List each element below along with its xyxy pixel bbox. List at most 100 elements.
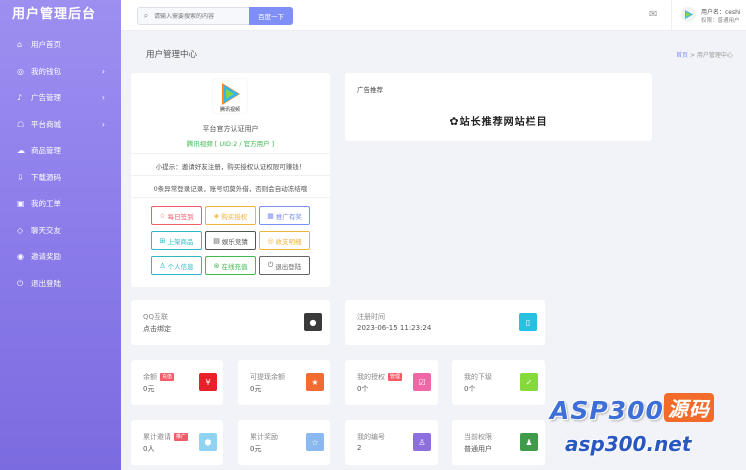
- search-input[interactable]: [154, 12, 249, 20]
- sidebar-item-label: 我的工单: [31, 199, 61, 208]
- watermark-logo: ASP300 源码: [550, 393, 714, 425]
- ad-banner[interactable]: ✿站长推荐网站栏目: [345, 113, 652, 128]
- stat-label: 余额 充值: [143, 372, 175, 382]
- page-title: 用户管理中心: [146, 50, 198, 60]
- button-label: 推广有奖: [275, 212, 302, 221]
- chevron-right-icon: ›: [101, 93, 105, 102]
- sidebar-item-download[interactable]: ⇩ 下载源码: [0, 165, 121, 192]
- calendar-icon: ▦: [267, 211, 274, 220]
- logout-button[interactable]: ⏻ 退出登陆: [259, 256, 310, 275]
- stat-value[interactable]: 点击绑定: [143, 324, 171, 334]
- sidebar-item-chat[interactable]: ◇ 聊天交友: [0, 218, 121, 245]
- shield-icon: ◈: [213, 211, 220, 220]
- button-label: 在线充值: [221, 262, 248, 271]
- button-label: 收支明细: [275, 237, 302, 246]
- promote-tag[interactable]: 推广: [174, 433, 189, 441]
- list-product-button[interactable]: ⊞ 上架商品: [151, 231, 202, 250]
- star-icon: ★: [306, 373, 324, 391]
- sidebar-item-label: 我的钱包: [31, 66, 61, 76]
- user-name[interactable]: 用户名：ceshi: [701, 7, 741, 16]
- sidebar-item-wallet[interactable]: ◎ 我的钱包 ›: [0, 59, 121, 86]
- stat-value: 0个: [357, 385, 369, 393]
- watermark-text: ASP300: [550, 396, 664, 425]
- stat-label: 累计奖励: [250, 433, 278, 441]
- profile-info-button[interactable]: ♙ 个人信息: [151, 256, 202, 275]
- coin-icon: ◎: [267, 236, 274, 245]
- sidebar-item-mall[interactable]: ☖ 平台商城 ›: [0, 112, 121, 139]
- sidebar-item-label: 聊天交友: [31, 225, 61, 235]
- qq-icon: ●: [304, 313, 322, 331]
- chevron-right-icon: ›: [101, 66, 105, 76]
- stat-label: 我的授权 管理: [357, 372, 403, 382]
- wallet-icon: ◎: [17, 66, 24, 76]
- power-icon: ⏻: [17, 278, 24, 288]
- sidebar-item-label: 下载源码: [31, 172, 61, 182]
- user-icon: ♙: [413, 433, 431, 451]
- download-icon: ⇩: [17, 172, 24, 182]
- person-icon: ♟: [520, 433, 538, 451]
- sidebar: 用户管理后台 ⌂ 用户首页 ◎ 我的钱包 › ♪ 广告管理 › ☖ 平台商城 › ☁ 商品管理 …: [0, 0, 121, 470]
- stat-card-rewards: 累计奖励 0元 ☆: [238, 420, 330, 465]
- stat-label-text: 我的授权: [357, 373, 385, 381]
- stat-card-subordinates: 我的下级 0个 ✓: [452, 360, 545, 405]
- daily-checkin-button[interactable]: ☆ 每日签到: [151, 206, 202, 225]
- search-box: ⌕ 百度一下: [137, 7, 293, 25]
- brand-title: 用户管理后台: [12, 7, 97, 22]
- cloud-icon: ☁: [17, 146, 25, 155]
- button-label: 娱乐竞猜: [221, 237, 248, 246]
- recharge-icon: ⊛: [213, 261, 220, 270]
- divider: [131, 175, 330, 176]
- sidebar-item-label: 用户首页: [31, 40, 61, 49]
- topbar-divider: [671, 0, 672, 31]
- sidebar-item-invite[interactable]: ◉ 邀请奖励: [0, 244, 121, 271]
- cart-icon: ⊞: [159, 236, 166, 245]
- sidebar-item-logout[interactable]: ⏻ 退出登陆: [0, 271, 121, 298]
- button-label: 退出登陆: [275, 262, 302, 271]
- sidebar-item-goods[interactable]: ☁ 商品管理: [0, 138, 121, 165]
- stat-label: 注册时间: [357, 313, 385, 321]
- login-notice: 0条异常登录记录，账号切莫外借，否则会自动冻结哦: [153, 185, 308, 193]
- divider: [131, 153, 330, 154]
- sidebar-item-ads[interactable]: ♪ 广告管理 ›: [0, 85, 121, 112]
- stat-card-licenses: 我的授权 管理 0个 ☑: [345, 360, 438, 405]
- flower-icon: ✿: [449, 115, 460, 128]
- transactions-button[interactable]: ◎ 收支明细: [259, 231, 310, 250]
- recharge-tag[interactable]: 充值: [160, 373, 175, 381]
- sidebar-item-label: 平台商城: [31, 119, 61, 129]
- stat-card-permission: 当前权限 普通用户 ♟: [452, 420, 545, 465]
- stat-value: 普通用户: [464, 445, 492, 453]
- stat-value: 0人: [143, 445, 155, 453]
- search-icon: ⌕: [143, 11, 149, 20]
- search-button[interactable]: 百度一下: [249, 7, 293, 25]
- user-icon: ♙: [159, 261, 166, 270]
- sidebar-item-label: 商品管理: [31, 146, 61, 155]
- stat-card-register-time: 注册时间 2023-06-15 11:23:24 ▯: [345, 300, 545, 345]
- button-label: 每日签到: [167, 212, 194, 221]
- bell-icon: ♪: [17, 93, 23, 102]
- buy-license-button[interactable]: ◈ 购买授权: [205, 206, 256, 225]
- stat-label: 累计邀请 推广: [143, 432, 189, 442]
- star-outline-icon: ☆: [306, 433, 324, 451]
- quiz-button[interactable]: ▤ 娱乐竞猜: [205, 231, 256, 250]
- stat-label: 可提现余额: [250, 373, 285, 381]
- stat-label: 我的编号: [357, 433, 385, 441]
- stat-card-withdrawable: 可提现余额 0元 ★: [238, 360, 330, 405]
- sidebar-item-tickets[interactable]: ▣ 我的工单: [0, 191, 121, 218]
- ad-title: 广告推荐: [357, 86, 383, 94]
- button-label: 购买授权: [221, 212, 248, 221]
- recharge-button[interactable]: ⊛ 在线充值: [205, 256, 256, 275]
- breadcrumb: 首页 > 用户管理中心: [676, 50, 733, 59]
- stat-card-user-id: 我的编号 2 ♙: [345, 420, 438, 465]
- manage-tag[interactable]: 管理: [388, 373, 403, 381]
- breadcrumb-home[interactable]: 首页: [676, 52, 688, 59]
- stat-value: 0个: [464, 385, 476, 393]
- avatar[interactable]: [681, 7, 696, 22]
- profile-card: 腾讯视频 平台官方认证用户 腾讯视频 [ UID:2 / 官方用户 ] 小提示：…: [131, 73, 330, 287]
- ad-card: 广告推荐 ✿站长推荐网站栏目: [345, 73, 652, 141]
- mail-icon[interactable]: ✉: [649, 9, 657, 20]
- chat-icon: ◇: [17, 225, 24, 235]
- check-doc-icon: ☑: [413, 373, 431, 391]
- stat-value: 0元: [250, 445, 262, 453]
- referral-reward-button[interactable]: ▦ 推广有奖: [259, 206, 310, 225]
- sidebar-item-home[interactable]: ⌂ 用户首页: [0, 32, 121, 59]
